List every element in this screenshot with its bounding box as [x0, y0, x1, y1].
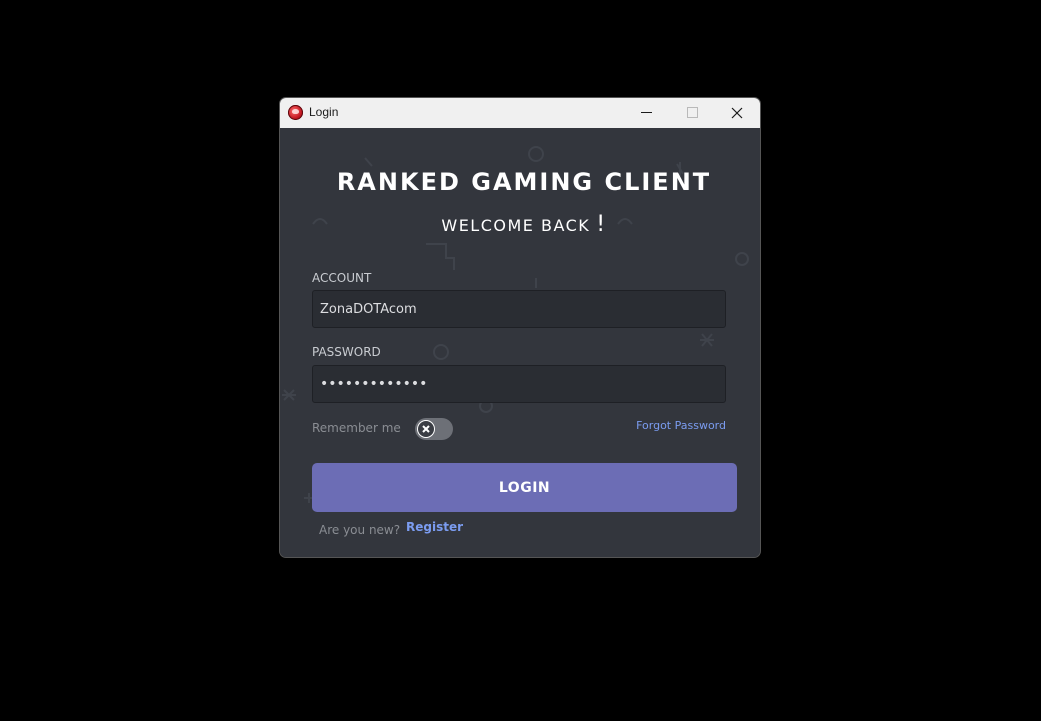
minimize-icon[interactable] [623, 98, 669, 128]
remember-me-label: Remember me [312, 421, 401, 435]
remember-me-toggle[interactable] [415, 418, 453, 440]
password-label: PASSWORD [312, 345, 381, 359]
account-input[interactable] [312, 290, 726, 328]
forgot-password-link[interactable]: Forgot Password [636, 419, 726, 432]
title-bar[interactable]: Login [280, 98, 760, 128]
toggle-off-icon [417, 420, 435, 438]
app-heading: RANKED GAMING CLIENT [336, 168, 712, 196]
app-icon [288, 105, 303, 120]
welcome-punct: ! [596, 212, 607, 237]
welcome-subheading: WELCOME BACK! [280, 212, 760, 237]
login-window: Login RANKED GAMING CLIENT WELCOME BACK … [280, 98, 760, 557]
welcome-text: WELCOME BACK [441, 216, 591, 235]
register-link[interactable]: Register [406, 520, 463, 534]
maximize-icon [669, 98, 715, 128]
account-label: ACCOUNT [312, 271, 372, 285]
login-button[interactable]: LOGIN [312, 463, 737, 512]
new-user-prompt: Are you new? [319, 523, 401, 537]
close-icon[interactable] [714, 98, 760, 128]
login-panel: RANKED GAMING CLIENT WELCOME BACK! ACCOU… [280, 128, 760, 557]
password-input[interactable] [312, 365, 726, 403]
window-title: Login [309, 105, 339, 119]
